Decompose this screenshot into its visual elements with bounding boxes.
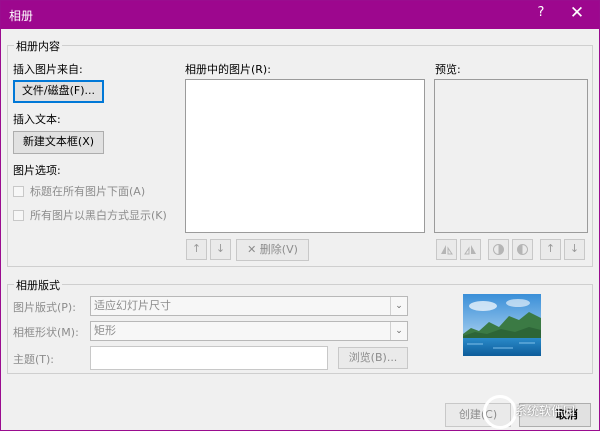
frame-shape-value: 矩形 (94, 324, 116, 337)
insert-from-label: 插入图片来自: (13, 63, 83, 76)
picture-layout-value: 适应幻灯片尺寸 (94, 299, 171, 312)
brightness-down-icon: ↓ (569, 242, 580, 255)
brightness-up-button[interactable]: ↑ (540, 239, 561, 260)
rotate-right-icon (464, 245, 476, 255)
move-up-button[interactable]: ↑ (186, 239, 207, 260)
delete-label: 删除(V) (259, 243, 298, 256)
frame-shape-select[interactable]: 矩形 ⌄ (90, 321, 408, 341)
preview-pane (434, 79, 588, 233)
delete-icon: ✕ (247, 243, 257, 256)
rotate-left-icon (441, 245, 453, 255)
chevron-down-icon: ⌄ (390, 322, 407, 340)
arrow-down-icon: ↓ (215, 242, 226, 255)
bw-checkbox[interactable] (13, 209, 24, 221)
rotate-right-button[interactable] (460, 239, 481, 260)
delete-button[interactable]: ✕ 删除(V) (236, 239, 309, 261)
new-textbox-button[interactable]: 新建文本框(X) (13, 131, 104, 154)
help-icon[interactable]: ? (531, 5, 551, 25)
file-disk-button[interactable]: 文件/磁盘(F)... (13, 80, 104, 103)
pictures-listbox[interactable] (185, 79, 425, 233)
bw-checkbox-label: 所有图片以黑白方式显示(K) (30, 209, 167, 222)
contrast-up-button[interactable] (488, 239, 509, 260)
contrast-down-button[interactable] (512, 239, 533, 260)
dialog-title: 相册 (9, 9, 34, 23)
landscape-image (463, 294, 541, 356)
caption-checkbox-label: 标题在所有图片下面(A) (30, 185, 146, 198)
chevron-down-icon: ⌄ (390, 297, 407, 315)
title-bar: 相册 ? ✕ (1, 1, 599, 29)
caption-checkbox[interactable] (13, 185, 24, 197)
move-down-button[interactable]: ↓ (210, 239, 231, 260)
album-content-title: 相册内容 (14, 38, 62, 54)
preview-label: 预览: (435, 63, 461, 76)
theme-label: 主题(T): (13, 353, 55, 366)
insert-text-label: 插入文本: (13, 113, 61, 126)
rotate-left-button[interactable] (436, 239, 457, 260)
browse-button[interactable]: 浏览(B)... (338, 347, 408, 369)
album-dialog: 相册 ? ✕ 相册内容 插入图片来自: 文件/磁盘(F)... 插入文本: 新建… (0, 0, 600, 431)
arrow-up-icon: ↑ (191, 242, 202, 255)
theme-preview-image (463, 294, 541, 356)
frame-shape-label: 相框形状(M): (13, 326, 79, 339)
watermark-circle-icon (483, 395, 517, 429)
watermark-text: 系统软件园 (515, 404, 576, 418)
contrast-down-icon (517, 244, 528, 255)
contrast-up-icon (493, 244, 504, 255)
pictures-in-album-label: 相册中的图片(R): (185, 63, 271, 76)
caption-checkbox-row[interactable]: 标题在所有图片下面(A) (13, 183, 145, 199)
album-layout-title: 相册版式 (14, 277, 62, 293)
theme-input[interactable] (90, 346, 328, 370)
picture-layout-label: 图片版式(P): (13, 301, 76, 314)
brightness-down-button[interactable]: ↓ (564, 239, 585, 260)
picture-layout-select[interactable]: 适应幻灯片尺寸 ⌄ (90, 296, 408, 316)
bw-checkbox-row[interactable]: 所有图片以黑白方式显示(K) (13, 207, 167, 223)
picture-options-label: 图片选项: (13, 164, 61, 177)
watermark-logo: 系统软件园 (481, 394, 599, 430)
brightness-up-icon: ↑ (545, 242, 556, 255)
close-icon[interactable]: ✕ (565, 3, 589, 27)
